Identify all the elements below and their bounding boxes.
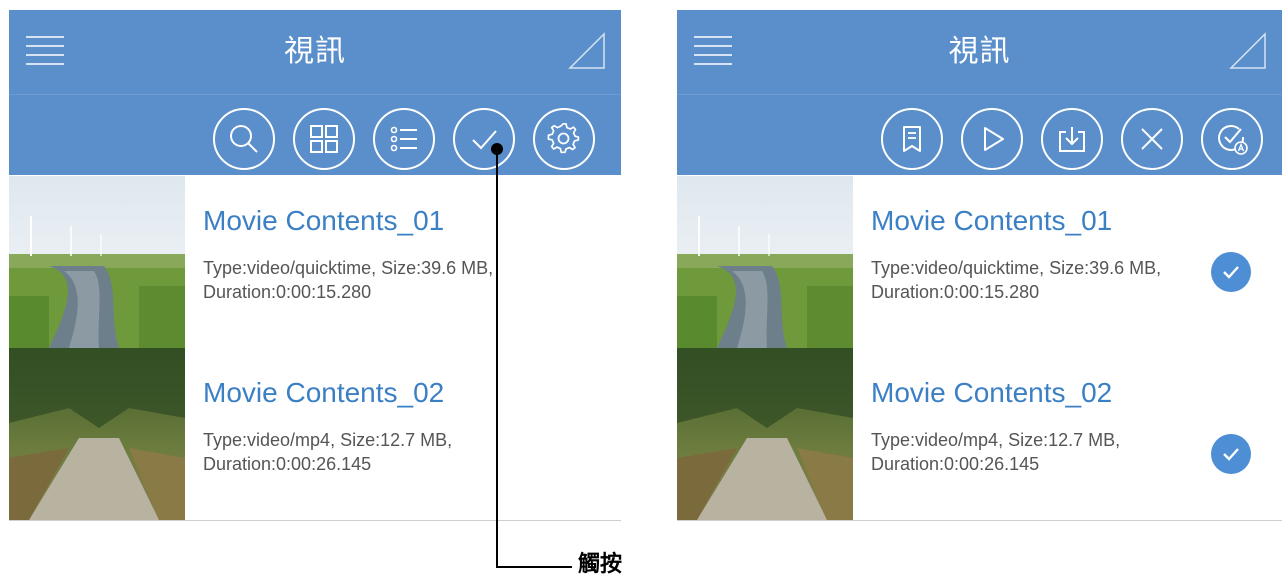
item-title: Movie Contents_02 [203, 377, 445, 408]
video-thumbnail [9, 348, 185, 520]
search-icon [230, 125, 258, 153]
corner-triangle-icon [1229, 32, 1266, 69]
download-button[interactable] [1041, 108, 1103, 170]
left-screen: 視訊 Movie Contents_01 Type:video/quicktim… [9, 10, 621, 524]
title-bar: 視訊 [677, 10, 1282, 94]
item-details: Type:video/mp4, Size:12.7 MB, Duration:0… [871, 430, 1121, 474]
callout-line [496, 566, 572, 568]
list-item[interactable]: Movie Contents_02 Type:video/mp4, Size:1… [9, 348, 621, 521]
list-view-button[interactable] [373, 108, 435, 170]
download-icon [1059, 127, 1085, 152]
grid-view-button[interactable] [293, 108, 355, 170]
title-bar: 視訊 [9, 10, 621, 94]
settings-gear-icon [547, 122, 580, 154]
close-button[interactable] [1121, 108, 1183, 170]
close-icon [1141, 128, 1163, 150]
search-button[interactable] [213, 108, 275, 170]
list-view-icon [390, 126, 417, 152]
video-thumbnail [9, 176, 185, 348]
corner-triangle-icon [568, 32, 605, 69]
select-button[interactable] [453, 108, 515, 170]
video-thumbnail [677, 176, 853, 348]
select-all-icon [1218, 124, 1248, 155]
toolbar [677, 94, 1282, 175]
playlist-button[interactable] [881, 108, 943, 170]
item-details: Type:video/quicktime, Size:39.6 MB, Dura… [203, 258, 494, 302]
playlist-icon [903, 126, 921, 152]
selected-checkmark-icon[interactable] [1211, 252, 1251, 292]
item-title: Movie Contents_01 [203, 205, 445, 236]
item-title: Movie Contents_02 [871, 377, 1113, 408]
settings-button[interactable] [533, 108, 595, 170]
list-item[interactable]: Movie Contents_02 Type:video/mp4, Size:1… [677, 348, 1282, 521]
item-title: Movie Contents_01 [871, 205, 1113, 236]
item-details: Type:video/quicktime, Size:39.6 MB, Dura… [871, 258, 1162, 302]
callout-line [496, 148, 498, 568]
grid-view-icon [310, 125, 338, 153]
list-item[interactable]: Movie Contents_01 Type:video/quicktime, … [677, 176, 1282, 349]
select-all-button[interactable] [1201, 108, 1263, 170]
toolbar [9, 94, 621, 175]
play-button[interactable] [961, 108, 1023, 170]
callout-label: 觸按 [578, 552, 623, 577]
play-icon [984, 127, 1004, 151]
page-title: 視訊 [284, 34, 346, 69]
item-details: Type:video/mp4, Size:12.7 MB, Duration:0… [203, 430, 453, 474]
video-thumbnail [677, 348, 853, 520]
page-title: 視訊 [948, 34, 1011, 69]
right-screen: 視訊 Movie Contents_01 Type:video/quicktim… [677, 10, 1282, 524]
selected-checkmark-icon[interactable] [1211, 434, 1251, 474]
list-item[interactable]: Movie Contents_01 Type:video/quicktime, … [9, 176, 621, 349]
